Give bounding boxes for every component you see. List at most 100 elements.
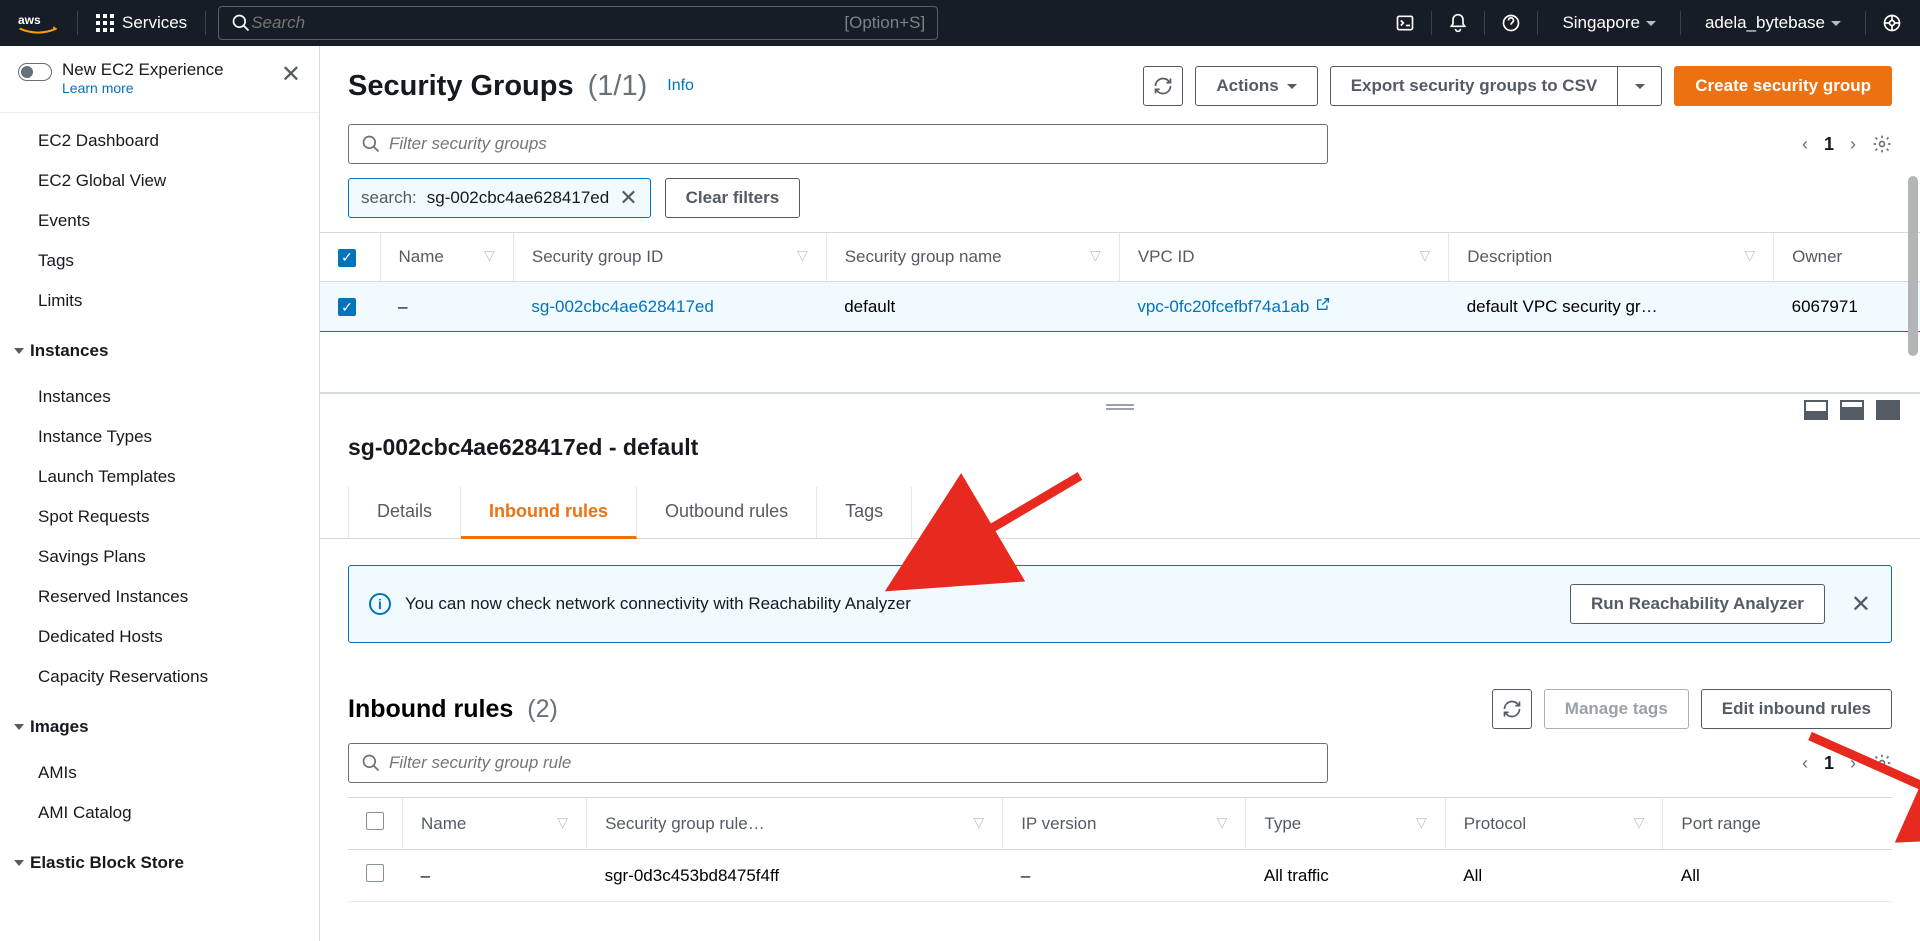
caret-down-icon xyxy=(1287,84,1297,89)
settings-icon[interactable] xyxy=(1872,753,1892,773)
nav-header-instances[interactable]: Instances xyxy=(0,329,319,369)
info-link[interactable]: Info xyxy=(667,77,694,95)
nav-launch-templates[interactable]: Launch Templates xyxy=(0,457,319,497)
nav-header-images[interactable]: Images xyxy=(0,705,319,745)
filter-chip: search: sg-002cbc4ae628417ed ✕ xyxy=(348,178,651,218)
sort-icon[interactable]: ▽ xyxy=(973,814,984,831)
info-icon: i xyxy=(369,593,391,615)
search-input[interactable] xyxy=(251,13,834,33)
notifications-icon[interactable] xyxy=(1440,5,1476,41)
help-icon[interactable] xyxy=(1493,5,1529,41)
support-icon[interactable] xyxy=(1874,5,1910,41)
rules-pager-next[interactable]: › xyxy=(1850,753,1856,774)
cloudshell-icon[interactable] xyxy=(1387,5,1423,41)
nav-ec2-dashboard[interactable]: EC2 Dashboard xyxy=(0,121,319,161)
filter-input[interactable] xyxy=(389,134,1315,154)
rule-checkbox[interactable] xyxy=(366,864,384,882)
nav-spot-requests[interactable]: Spot Requests xyxy=(0,497,319,537)
rules-filter-input[interactable] xyxy=(389,753,1315,773)
nav-instances[interactable]: Instances xyxy=(0,377,319,417)
sort-icon[interactable]: ▽ xyxy=(1634,814,1645,831)
search-icon xyxy=(361,134,381,154)
inbound-rules-title: Inbound rules xyxy=(348,695,513,724)
caret-down-icon xyxy=(14,348,24,354)
new-experience-toggle[interactable] xyxy=(18,63,52,81)
nav-instance-types[interactable]: Instance Types xyxy=(0,417,319,457)
filter-security-groups[interactable] xyxy=(348,124,1328,164)
external-link-icon xyxy=(1315,296,1331,317)
pager-prev[interactable]: ‹ xyxy=(1802,134,1808,155)
region-selector[interactable]: Singapore xyxy=(1546,13,1672,33)
search-shortcut: [Option+S] xyxy=(844,13,925,33)
refresh-button[interactable] xyxy=(1143,66,1183,106)
sort-icon[interactable]: ▽ xyxy=(1090,247,1101,264)
account-menu[interactable]: adela_bytebase xyxy=(1689,13,1857,33)
learn-more-link[interactable]: Learn more xyxy=(62,80,134,96)
run-reachability-button[interactable]: Run Reachability Analyzer xyxy=(1570,584,1825,624)
nav-tags[interactable]: Tags xyxy=(0,241,319,281)
sg-id-link[interactable]: sg-002cbc4ae628417ed xyxy=(531,297,713,316)
caret-down-icon xyxy=(1635,84,1645,89)
page-title: Security Groups xyxy=(348,70,574,103)
tab-tags[interactable]: Tags xyxy=(817,487,912,538)
sort-icon[interactable]: ▽ xyxy=(1419,247,1430,264)
chip-remove-icon[interactable]: ✕ xyxy=(619,185,637,211)
sort-icon[interactable]: ▽ xyxy=(797,247,808,264)
close-icon[interactable]: ✕ xyxy=(1851,590,1871,619)
table-row[interactable]: ✓ – sg-002cbc4ae628417ed default vpc-0fc… xyxy=(320,282,1920,332)
caret-down-icon xyxy=(14,860,24,866)
sidebar: New EC2 Experience Learn more ✕ EC2 Dash… xyxy=(0,46,320,941)
settings-icon[interactable] xyxy=(1872,134,1892,154)
sort-icon[interactable]: ▽ xyxy=(1217,814,1228,831)
nav-limits[interactable]: Limits xyxy=(0,281,319,321)
pane-size-medium[interactable] xyxy=(1840,400,1864,420)
nav-dedicated-hosts[interactable]: Dedicated Hosts xyxy=(0,617,319,657)
aws-logo[interactable]: aws xyxy=(18,11,58,35)
pane-size-small[interactable] xyxy=(1804,400,1828,420)
pane-resize-handle[interactable] xyxy=(320,394,1920,416)
rules-pager-page: 1 xyxy=(1824,753,1834,774)
detail-title: sg-002cbc4ae628417ed - default xyxy=(320,416,1920,467)
services-menu[interactable]: Services xyxy=(82,13,201,33)
caret-down-icon xyxy=(1646,21,1656,26)
nav-reserved-instances[interactable]: Reserved Instances xyxy=(0,577,319,617)
tab-outbound-rules[interactable]: Outbound rules xyxy=(637,487,817,538)
filter-rules[interactable] xyxy=(348,743,1328,783)
edit-inbound-rules-button[interactable]: Edit inbound rules xyxy=(1701,689,1892,729)
actions-button[interactable]: Actions xyxy=(1195,66,1317,106)
rules-select-all[interactable] xyxy=(366,812,384,830)
create-security-group-button[interactable]: Create security group xyxy=(1674,66,1892,106)
sort-icon[interactable]: ▽ xyxy=(557,814,568,831)
global-search[interactable]: [Option+S] xyxy=(218,6,938,40)
pager-page: 1 xyxy=(1824,134,1834,155)
export-csv-button[interactable]: Export security groups to CSV xyxy=(1330,66,1619,106)
tab-details[interactable]: Details xyxy=(348,487,461,538)
sort-icon[interactable]: ▽ xyxy=(484,247,495,264)
rule-row[interactable]: – sgr-0d3c453bd8475f4ff – All traffic Al… xyxy=(348,850,1892,902)
nav-savings-plans[interactable]: Savings Plans xyxy=(0,537,319,577)
nav-events[interactable]: Events xyxy=(0,201,319,241)
close-icon[interactable]: ✕ xyxy=(281,60,301,89)
manage-tags-button[interactable]: Manage tags xyxy=(1544,689,1689,729)
nav-ami-catalog[interactable]: AMI Catalog xyxy=(0,793,319,833)
rules-pager-prev[interactable]: ‹ xyxy=(1802,753,1808,774)
clear-filters-button[interactable]: Clear filters xyxy=(665,178,801,218)
svg-text:aws: aws xyxy=(18,13,41,27)
new-experience-title: New EC2 Experience xyxy=(62,60,271,80)
select-all-checkbox[interactable]: ✓ xyxy=(338,249,356,267)
vpc-id-link[interactable]: vpc-0fc20fcefbf74a1ab xyxy=(1137,297,1331,316)
security-groups-table: ✓ Name▽ Security group ID▽ Security grou… xyxy=(320,233,1920,332)
sort-icon[interactable]: ▽ xyxy=(1416,814,1427,831)
refresh-rules-button[interactable] xyxy=(1492,689,1532,729)
sort-icon[interactable]: ▽ xyxy=(1744,247,1755,264)
row-checkbox[interactable]: ✓ xyxy=(338,298,356,316)
nav-capacity-reservations[interactable]: Capacity Reservations xyxy=(0,657,319,697)
nav-amis[interactable]: AMIs xyxy=(0,753,319,793)
nav-header-ebs[interactable]: Elastic Block Store xyxy=(0,841,319,881)
inbound-rules-table: Name▽ Security group rule…▽ IP version▽ … xyxy=(348,797,1892,902)
pager-next[interactable]: › xyxy=(1850,134,1856,155)
nav-ec2-global-view[interactable]: EC2 Global View xyxy=(0,161,319,201)
pane-size-full[interactable] xyxy=(1876,400,1900,420)
tab-inbound-rules[interactable]: Inbound rules xyxy=(461,487,637,539)
export-dropdown-button[interactable] xyxy=(1618,66,1662,106)
